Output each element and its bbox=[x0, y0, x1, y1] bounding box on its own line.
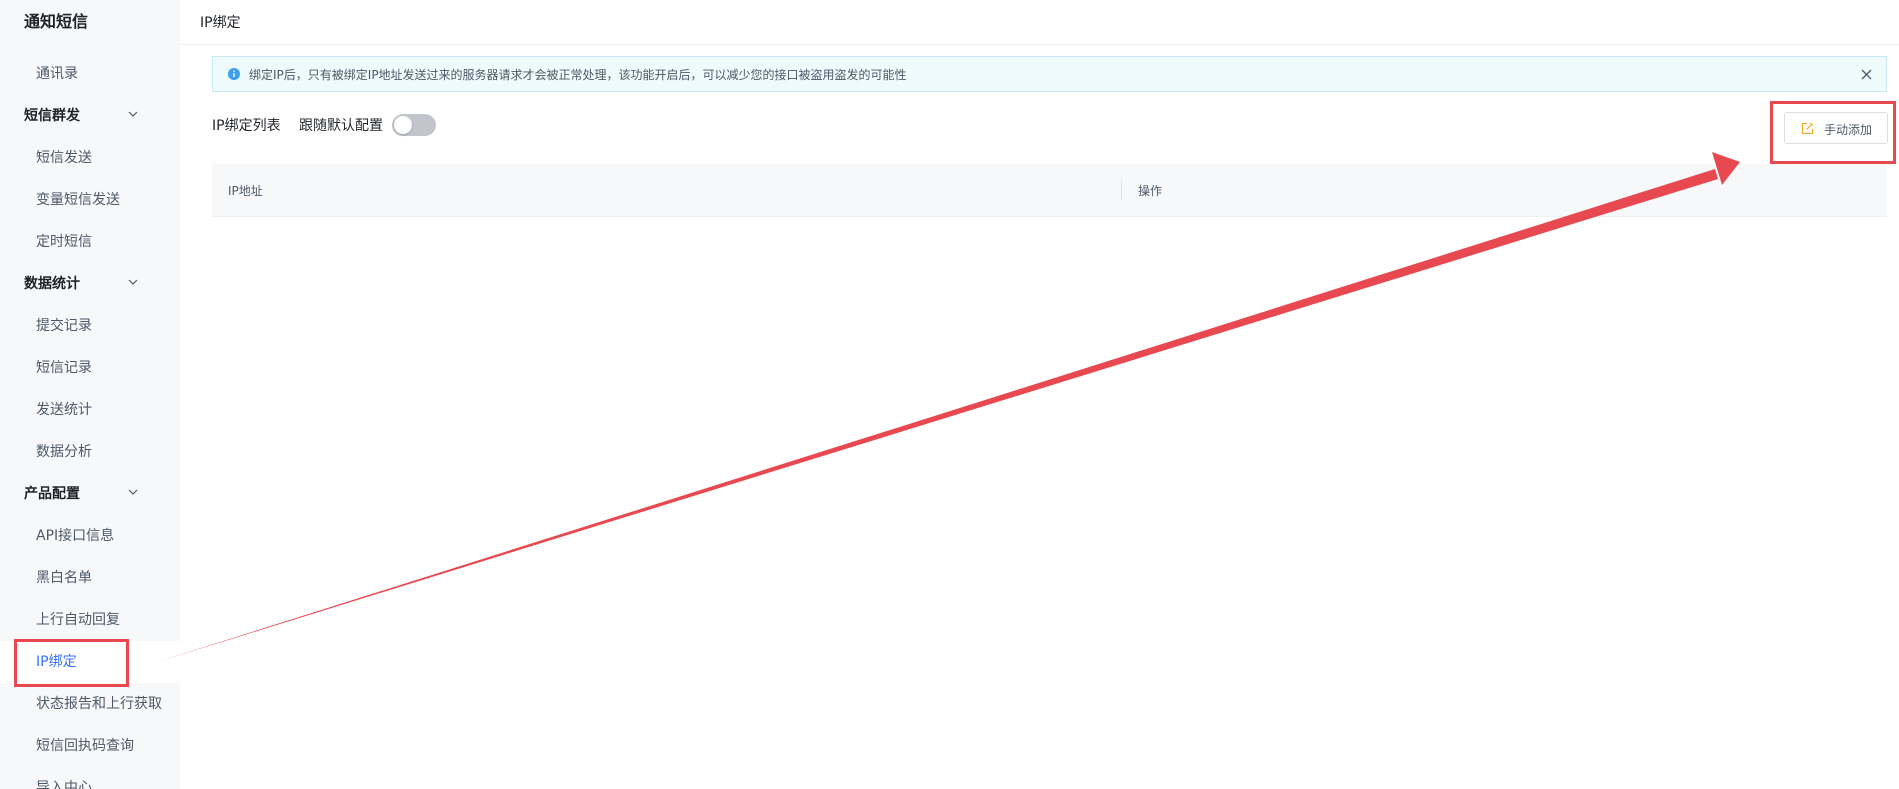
sidebar-item-blacklist[interactable]: 黑白名单 bbox=[0, 557, 180, 599]
sidebar-item-variable-sms[interactable]: 变量短信发送 bbox=[0, 179, 180, 221]
manual-add-button[interactable]: 手动添加 bbox=[1784, 112, 1888, 144]
close-icon[interactable] bbox=[1861, 69, 1872, 80]
sidebar-item-label: 状态报告和上行获取 bbox=[36, 696, 162, 712]
chevron-down-icon bbox=[128, 111, 138, 117]
chevron-down-icon bbox=[128, 279, 138, 285]
toggle-knob bbox=[394, 116, 412, 134]
sidebar-item-label: 短信记录 bbox=[36, 360, 92, 376]
sidebar-item-api-info[interactable]: API接口信息 bbox=[0, 515, 180, 557]
page-title: IP绑定 bbox=[200, 15, 241, 31]
alert-message: 绑定IP后，只有被绑定IP地址发送过来的服务器请求才会被正常处理，该功能开启后，… bbox=[249, 68, 907, 82]
app-window: 通知短信 通讯录 短信群发 短信发送 变量短信发送 定时短信 数据统计 提交记录… bbox=[0, 0, 1899, 789]
sidebar-group-label: 数据统计 bbox=[24, 276, 80, 292]
sidebar-item-label: IP绑定 bbox=[36, 654, 77, 670]
sidebar-item-label: 短信回执码查询 bbox=[36, 738, 134, 754]
sidebar-item-label: 导入中心 bbox=[36, 780, 92, 789]
sidebar-item-sms-records[interactable]: 短信记录 bbox=[0, 347, 180, 389]
info-alert: 绑定IP后，只有被绑定IP地址发送过来的服务器请求才会被正常处理，该功能开启后，… bbox=[212, 56, 1887, 92]
column-header-actions: 操作 bbox=[1138, 184, 1163, 198]
sidebar-item-scheduled-sms[interactable]: 定时短信 bbox=[0, 221, 180, 263]
sidebar-item-label: 数据分析 bbox=[36, 444, 92, 460]
sidebar-group-bulk-sms[interactable]: 短信群发 bbox=[0, 95, 180, 137]
sidebar-item-status-report[interactable]: 状态报告和上行获取 bbox=[0, 683, 180, 725]
sidebar: 通知短信 通讯录 短信群发 短信发送 变量短信发送 定时短信 数据统计 提交记录… bbox=[0, 0, 180, 789]
ip-table: IP地址 操作 bbox=[212, 164, 1887, 217]
table-header: IP地址 操作 bbox=[212, 164, 1887, 217]
sidebar-title: 通知短信 bbox=[24, 12, 89, 31]
sidebar-item-label: 上行自动回复 bbox=[36, 612, 120, 628]
edit-icon bbox=[1801, 122, 1814, 135]
page-header: IP绑定 bbox=[180, 0, 1899, 45]
main-content: IP绑定 绑定IP后，只有被绑定IP地址发送过来的服务器请求才会被正常处理，该功… bbox=[180, 0, 1899, 789]
sidebar-item-label: 定时短信 bbox=[36, 234, 92, 250]
sidebar-item-data-analysis[interactable]: 数据分析 bbox=[0, 431, 180, 473]
sidebar-item-auto-reply[interactable]: 上行自动回复 bbox=[0, 599, 180, 641]
sidebar-item-ip-binding[interactable]: IP绑定 bbox=[0, 641, 180, 683]
manual-add-label: 手动添加 bbox=[1824, 123, 1873, 137]
info-icon bbox=[228, 68, 240, 80]
sidebar-group-product-config[interactable]: 产品配置 bbox=[0, 473, 180, 515]
column-header-ip: IP地址 bbox=[228, 184, 263, 198]
chevron-down-icon bbox=[128, 489, 138, 495]
sidebar-item-label: 短信发送 bbox=[36, 150, 92, 166]
sidebar-group-statistics[interactable]: 数据统计 bbox=[0, 263, 180, 305]
sidebar-item-label: 变量短信发送 bbox=[36, 192, 120, 208]
sidebar-item-label: 发送统计 bbox=[36, 402, 92, 418]
sidebar-item-label: API接口信息 bbox=[36, 528, 115, 544]
sidebar-group-label: 短信群发 bbox=[24, 108, 80, 124]
sidebar-item-submit-records[interactable]: 提交记录 bbox=[0, 305, 180, 347]
follow-default-toggle[interactable] bbox=[392, 114, 436, 136]
sidebar-group-label: 产品配置 bbox=[24, 486, 80, 502]
sidebar-item-label: 黑白名单 bbox=[36, 570, 92, 586]
ip-list-label: IP绑定列表 bbox=[212, 118, 281, 134]
sidebar-item-label: 通讯录 bbox=[36, 66, 78, 82]
sidebar-item-contacts[interactable]: 通讯录 bbox=[0, 53, 180, 95]
follow-default-label: 跟随默认配置 bbox=[299, 118, 383, 134]
sidebar-item-import-center[interactable]: 导入中心 bbox=[0, 767, 180, 789]
sidebar-item-label: 提交记录 bbox=[36, 318, 92, 334]
column-divider bbox=[1121, 180, 1122, 200]
sidebar-item-receipt-query[interactable]: 短信回执码查询 bbox=[0, 725, 180, 767]
sidebar-item-sms-send[interactable]: 短信发送 bbox=[0, 137, 180, 179]
sidebar-item-send-stats[interactable]: 发送统计 bbox=[0, 389, 180, 431]
